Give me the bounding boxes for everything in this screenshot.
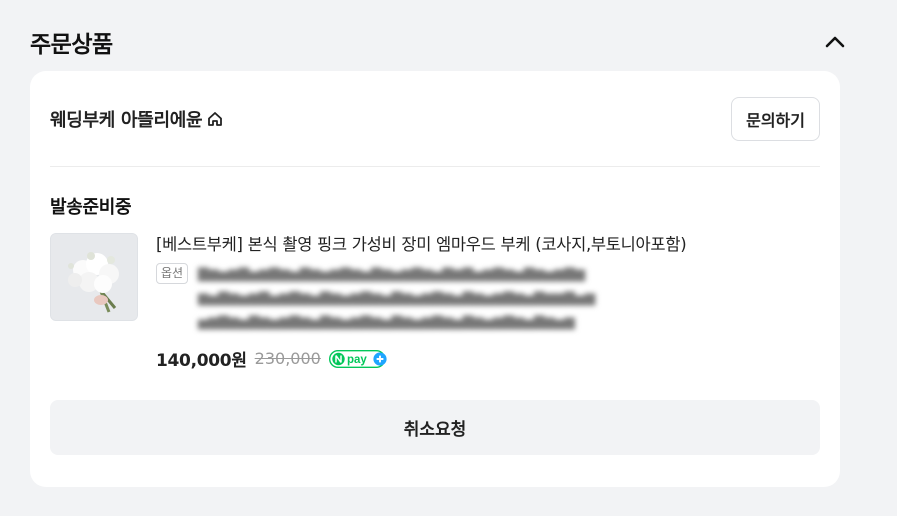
order-products-header: 주문상품 <box>30 22 850 62</box>
product-title[interactable]: [베스트부케] 본식 촬영 핑크 가성비 장미 엠마우드 부케 (코사지,부토니… <box>156 233 820 257</box>
npay-plus-badge: pay <box>328 349 389 368</box>
sale-price: 140,000원 <box>156 351 247 371</box>
shop-name[interactable]: 웨딩부케 아뜰리에윤 <box>50 106 224 132</box>
product-thumbnail[interactable] <box>50 233 138 321</box>
inquiry-button[interactable]: 문의하기 <box>731 96 820 141</box>
option-badge: 옵션 <box>156 263 189 284</box>
option-row: 옵션 ▇▆▅▆▇▅▆▇▆▅▇▆▅▆▇▆▅▇▆▅▆▇▆▅▇▆▇▅▆▇▆▅▇▆▅▆▇… <box>156 263 820 335</box>
home-icon <box>206 110 224 128</box>
price-row: 140,000원 230,000 pay <box>156 346 389 371</box>
collapse-button[interactable] <box>820 27 850 57</box>
product-info: [베스트부케] 본식 촬영 핑크 가성비 장미 엠마우드 부케 (코사지,부토니… <box>156 233 820 335</box>
divider <box>50 166 820 167</box>
original-price: 230,000 <box>254 349 321 368</box>
cancel-request-button[interactable]: 취소요청 <box>50 400 820 455</box>
shop-row: 웨딩부케 아뜰리에윤 문의하기 <box>50 96 820 141</box>
section-title: 주문상품 <box>30 32 113 58</box>
product-item: [베스트부케] 본식 촬영 핑크 가성비 장미 엠마우드 부케 (코사지,부토니… <box>50 233 820 371</box>
shop-name-label: 웨딩부케 아뜰리에윤 <box>50 109 203 131</box>
npay-label: pay <box>347 354 367 366</box>
order-card: 웨딩부케 아뜰리에윤 문의하기 발송준비중 [베스트부케] 본식 촬영 핑크 가… <box>30 71 840 487</box>
order-status: 발송준비중 <box>50 197 132 218</box>
option-text-redacted: ▇▆▅▆▇▅▆▇▆▅▇▆▅▆▇▆▅▇▆▅▆▇▆▅▇▆▇▅▆▇▆▅▇▆▅▆▇▆ ▆▅… <box>198 266 596 330</box>
chevron-up-icon <box>825 36 845 48</box>
